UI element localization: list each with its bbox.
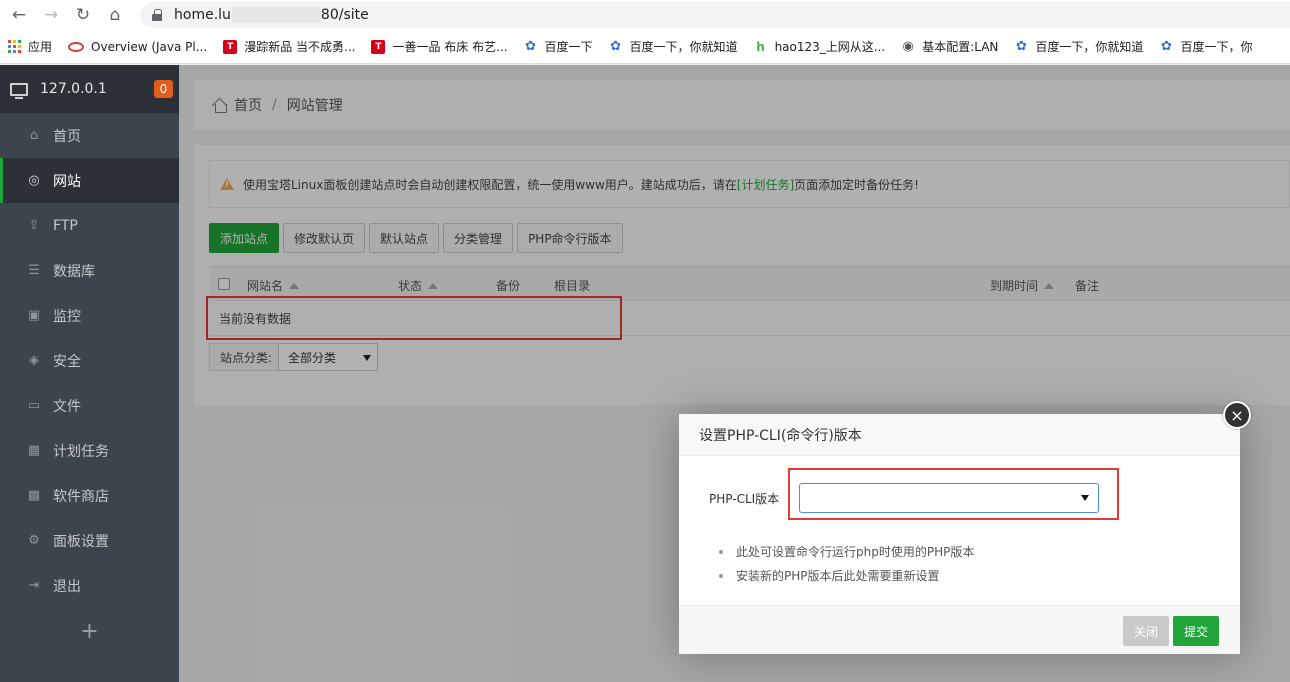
bookmark-item[interactable]: ✿ 百度一下，你就知道 <box>1006 30 1151 63</box>
oracle-icon: O <box>68 41 85 52</box>
bookmark-label: 百度一下，你就知道 <box>1035 40 1144 54</box>
home-icon[interactable]: ⌂ <box>102 2 128 28</box>
sidebar-item-logout[interactable]: ⇥ 退出 <box>0 563 179 608</box>
sidebar-item-label: 计划任务 <box>53 443 109 460</box>
ftp-icon: ⇪ <box>28 218 40 233</box>
globe-icon: ◎ <box>28 173 40 188</box>
lock-icon <box>152 9 162 21</box>
bookmark-label: hao123_上网从这... <box>774 40 886 54</box>
shield-icon: ◈ <box>29 353 39 368</box>
php-cli-label: PHP-CLI版本 <box>709 491 780 506</box>
tip-item: 此处可设置命令行运行php时使用的PHP版本 <box>719 540 974 564</box>
baidu-paw-icon: ✿ <box>1160 39 1172 54</box>
dialog-tips: 此处可设置命令行运行php时使用的PHP版本 安装新的PHP版本后此处需要重新设… <box>719 540 974 588</box>
bookmark-label: 百度一下，你就知道 <box>629 40 738 54</box>
sidebar-item-label: 软件商店 <box>53 488 109 505</box>
bookmark-label: 一善一品 布床 布艺... <box>392 40 508 54</box>
tmall-icon: T <box>223 39 238 54</box>
sidebar-item-files[interactable]: ▭ 文件 <box>0 383 179 428</box>
message-badge[interactable]: 0 <box>154 80 173 98</box>
forward-arrow-icon[interactable]: → <box>38 2 64 28</box>
home-icon: ⌂ <box>29 128 39 143</box>
bookmark-label: Overview (Java Pl... <box>91 39 208 54</box>
sidebar-item-label: FTP <box>53 217 78 234</box>
close-button[interactable]: 关闭 <box>1123 616 1169 646</box>
sidebar-item-security[interactable]: ◈ 安全 <box>0 338 179 383</box>
address-bar[interactable]: home.lu 80/site <box>140 2 1290 28</box>
baidu-paw-icon: ✿ <box>525 39 536 54</box>
url-text: home.lu 80/site <box>174 7 369 23</box>
sidebar-item-settings[interactable]: ⚙ 面板设置 <box>0 518 179 563</box>
sidebar-item-ftp[interactable]: ⇪ FTP <box>0 203 179 248</box>
sidebar-item-database[interactable]: ☰ 数据库 <box>0 248 179 293</box>
bookmark-item[interactable]: ✿ 百度一下，你 <box>1151 30 1260 63</box>
bookmark-item[interactable]: O Overview (Java Pl... <box>60 30 215 63</box>
globe-icon: ◉ <box>902 39 914 54</box>
bookmark-item[interactable]: ✿ 百度一下，你就知道 <box>601 30 746 63</box>
bookmarks-bar: 应用 O Overview (Java Pl... T 漫踪新品 当不成勇... T 一善一… <box>0 30 1290 64</box>
bookmark-label: 百度一下 <box>544 40 593 54</box>
database-icon: ☰ <box>28 263 40 278</box>
browser-toolbar: ← → ↻ ⌂ home.lu 80/site <box>0 0 1290 30</box>
php-cli-dialog: 设置PHP-CLI(命令行)版本 × PHP-CLI版本 此处可设置命令行运行p… <box>679 401 1251 654</box>
server-host: 127.0.0.1 <box>40 81 107 97</box>
baidu-paw-icon: ✿ <box>1015 39 1027 54</box>
monitor-icon <box>10 82 28 99</box>
sidebar-item-label: 退出 <box>53 578 81 595</box>
bookmark-item[interactable]: T 一善一品 布床 布艺... <box>363 30 515 63</box>
sidebar-item-label: 安全 <box>53 353 81 370</box>
bookmark-item[interactable]: 应用 <box>0 30 60 63</box>
sidebar-item-site[interactable]: ◎ 网站 <box>0 158 179 203</box>
monitor-chart-icon: ▣ <box>27 308 41 323</box>
dialog-footer: 关闭 提交 <box>679 605 1240 654</box>
sidebar-item-home[interactable]: ⌂ 首页 <box>0 113 179 158</box>
sidebar-item-monitor[interactable]: ▣ 监控 <box>0 293 179 338</box>
close-icon[interactable]: × <box>1223 401 1251 429</box>
reload-icon[interactable]: ↻ <box>70 2 96 28</box>
back-arrow-icon[interactable]: ← <box>6 2 32 28</box>
grid-icon: ▩ <box>27 488 41 503</box>
logout-icon: ⇥ <box>28 578 40 593</box>
sidebar-item-label: 监控 <box>53 308 81 325</box>
sidebar-item-crontab[interactable]: ▦ 计划任务 <box>0 428 179 473</box>
highlight-box-select <box>788 468 1119 520</box>
sidebar-item-label: 首页 <box>53 128 81 145</box>
bookmark-item[interactable]: ◉ 基本配置:LAN <box>893 30 1006 63</box>
dialog-title: 设置PHP-CLI(命令行)版本 <box>679 414 1240 456</box>
bookmark-item[interactable]: ✿ 百度一下 <box>516 30 601 63</box>
bookmark-label: 基本配置:LAN <box>922 40 999 54</box>
folder-icon: ▭ <box>27 398 41 413</box>
submit-button[interactable]: 提交 <box>1173 616 1219 646</box>
sidebar-item-label: 网站 <box>53 173 81 190</box>
bookmark-label: 百度一下，你 <box>1180 40 1253 54</box>
sidebar-item-label: 面板设置 <box>53 533 109 550</box>
sidebar-item-label: 数据库 <box>53 263 95 280</box>
hao123-icon: h <box>756 39 765 54</box>
calendar-icon: ▦ <box>27 443 41 458</box>
gear-icon: ⚙ <box>28 533 40 548</box>
bookmark-label: 应用 <box>28 40 53 54</box>
tip-item: 安装新的PHP版本后此处需要重新设置 <box>719 564 974 588</box>
apps-icon <box>8 40 21 53</box>
sidebar-item-store[interactable]: ▩ 软件商店 <box>0 473 179 518</box>
server-header[interactable]: 127.0.0.1 0 <box>0 65 179 113</box>
bookmark-item[interactable]: T 漫踪新品 当不成勇... <box>215 30 363 63</box>
tmall-icon: T <box>371 39 386 54</box>
baidu-paw-icon: ✿ <box>610 39 621 54</box>
bookmark-item[interactable]: h hao123_上网从这... <box>746 30 894 63</box>
sidebar-item-label: 文件 <box>53 398 81 415</box>
sidebar: 127.0.0.1 0 ⌂ 首页 ◎ 网站 ⇪ FTP ☰ 数据库 ▣ 监控 ◈ 安全 ▭ 文件 ▦ 计划任务… <box>0 65 179 682</box>
bookmark-label: 漫踪新品 当不成勇... <box>244 40 356 54</box>
add-icon[interactable]: + <box>0 608 179 654</box>
